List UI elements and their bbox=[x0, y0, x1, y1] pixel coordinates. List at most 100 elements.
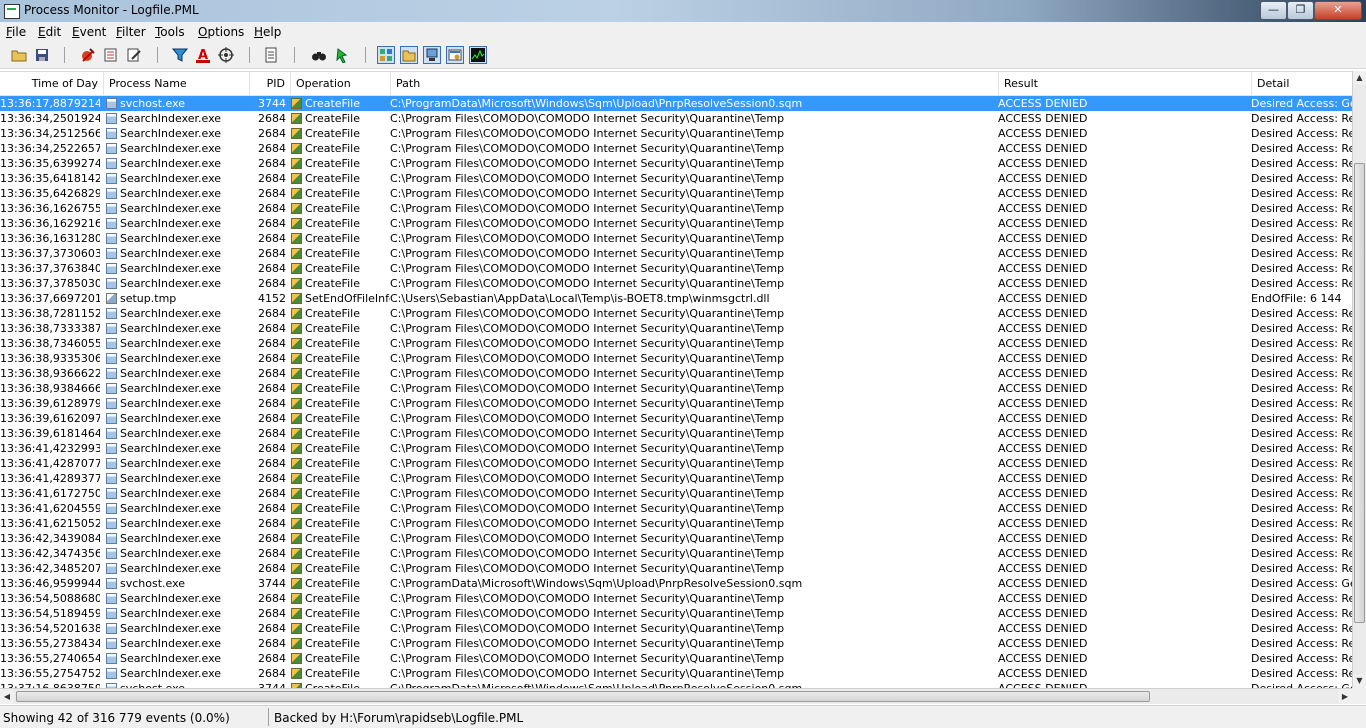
table-row[interactable]: 13:36:17,8879214 svchost.exe 3744 CreateFil… bbox=[0, 96, 1352, 111]
horizontal-scrollbar[interactable]: ◀ ▶ bbox=[0, 688, 1352, 704]
result-cell: ACCESS DENIED bbox=[998, 246, 1250, 261]
result-cell-text: ACCESS DENIED bbox=[998, 457, 1088, 470]
column-operation[interactable]: Operation bbox=[291, 72, 391, 95]
find-icon[interactable] bbox=[310, 46, 328, 64]
maximize-button[interactable]: ❐ bbox=[1287, 1, 1314, 20]
menu-file[interactable]: File bbox=[6, 25, 26, 39]
event-list[interactable]: Time of Day Process Name PID Operation P… bbox=[0, 71, 1352, 689]
capture-icon[interactable] bbox=[79, 46, 97, 64]
open-icon[interactable] bbox=[10, 46, 28, 64]
column-detail[interactable]: Detail bbox=[1252, 72, 1352, 95]
table-row[interactable]: 13:36:35,6399274 SearchIndexer.exe 2684 Cre… bbox=[0, 156, 1352, 171]
table-row[interactable]: 13:36:41,4289377 SearchIndexer.exe 2684 Cre… bbox=[0, 471, 1352, 486]
save-icon[interactable] bbox=[33, 46, 51, 64]
table-row[interactable]: 13:36:42,3474356 SearchIndexer.exe 2684 Cre… bbox=[0, 546, 1352, 561]
menu-tools[interactable]: Tools bbox=[155, 25, 185, 39]
column-result[interactable]: Result bbox=[999, 72, 1252, 95]
scroll-right-arrow-icon[interactable]: ▶ bbox=[1338, 689, 1352, 704]
menu-edit[interactable]: Edit bbox=[38, 25, 61, 39]
operation-cell-text: CreateFile bbox=[305, 232, 360, 245]
include-process-icon[interactable] bbox=[217, 46, 235, 64]
process-tree-icon[interactable] bbox=[262, 46, 280, 64]
close-button[interactable]: ✕ bbox=[1314, 1, 1362, 20]
process-name-cell-text: SearchIndexer.exe bbox=[120, 427, 222, 440]
file-activity-icon[interactable] bbox=[400, 46, 418, 64]
table-row[interactable]: 13:36:55,2738434 SearchIndexer.exe 2684 Cre… bbox=[0, 636, 1352, 651]
table-row[interactable]: 13:36:38,9366622 SearchIndexer.exe 2684 Cre… bbox=[0, 366, 1352, 381]
column-pid[interactable]: PID bbox=[250, 72, 291, 95]
scroll-up-arrow-icon[interactable]: ▲ bbox=[1353, 71, 1366, 85]
result-cell: ACCESS DENIED bbox=[998, 531, 1250, 546]
column-process-name[interactable]: Process Name bbox=[104, 72, 250, 95]
vertical-scrollbar[interactable]: ▲ ▼ bbox=[1352, 71, 1366, 688]
table-row[interactable]: 13:36:34,2522657 SearchIndexer.exe 2684 Cre… bbox=[0, 141, 1352, 156]
detail-cell-text: Desired Access: Read bbox=[1251, 337, 1352, 350]
detail-cell-text: Desired Access: Generic Read/Write bbox=[1251, 577, 1352, 590]
menu-help[interactable]: Help bbox=[254, 25, 281, 39]
table-row[interactable]: 13:36:37,6697201 setup.tmp 4152 SetEndOfFil… bbox=[0, 291, 1352, 306]
column-path[interactable]: Path bbox=[391, 72, 999, 95]
table-row[interactable]: 13:36:37,3730603 SearchIndexer.exe 2684 Cre… bbox=[0, 246, 1352, 261]
scroll-left-arrow-icon[interactable]: ◀ bbox=[0, 689, 14, 704]
pid-cell-text: 2684 bbox=[258, 442, 286, 455]
pid-cell-text: 2684 bbox=[258, 667, 286, 680]
table-row[interactable]: 13:36:38,9384666 SearchIndexer.exe 2684 Cre… bbox=[0, 381, 1352, 396]
file-system-operation-icon bbox=[291, 128, 302, 139]
table-row[interactable]: 13:36:37,3763840 SearchIndexer.exe 2684 Cre… bbox=[0, 261, 1352, 276]
time-cell-text: 13:36:36,1631280 bbox=[0, 232, 100, 245]
operation-cell-text: CreateFile bbox=[305, 622, 360, 635]
table-row[interactable]: 13:36:41,6172750 SearchIndexer.exe 2684 Cre… bbox=[0, 486, 1352, 501]
horizontal-scroll-thumb[interactable] bbox=[16, 691, 1150, 702]
result-cell: ACCESS DENIED bbox=[998, 381, 1250, 396]
table-row[interactable]: 13:36:41,6215052 SearchIndexer.exe 2684 Cre… bbox=[0, 516, 1352, 531]
table-row[interactable]: 13:36:54,5201638 SearchIndexer.exe 2684 Cre… bbox=[0, 621, 1352, 636]
process-icon bbox=[106, 353, 117, 364]
process-activity-icon[interactable] bbox=[446, 46, 464, 64]
table-row[interactable]: 13:36:55,2740654 SearchIndexer.exe 2684 Cre… bbox=[0, 651, 1352, 666]
table-row[interactable]: 13:36:38,7281152 SearchIndexer.exe 2684 Cre… bbox=[0, 306, 1352, 321]
table-row[interactable]: 13:36:39,6128979 SearchIndexer.exe 2684 Cre… bbox=[0, 396, 1352, 411]
operation-cell-text: CreateFile bbox=[305, 577, 360, 590]
network-activity-icon[interactable] bbox=[423, 46, 441, 64]
autoscroll-icon[interactable] bbox=[102, 46, 120, 64]
table-row[interactable]: 13:36:42,3485207 SearchIndexer.exe 2684 Cre… bbox=[0, 561, 1352, 576]
clear-icon[interactable] bbox=[125, 46, 143, 64]
table-row[interactable]: 13:36:36,1629216 SearchIndexer.exe 2684 Cre… bbox=[0, 216, 1352, 231]
minimize-button[interactable]: — bbox=[1260, 1, 1287, 20]
table-row[interactable]: 13:36:38,7346055 SearchIndexer.exe 2684 Cre… bbox=[0, 336, 1352, 351]
table-row[interactable]: 13:36:38,7333387 SearchIndexer.exe 2684 Cre… bbox=[0, 321, 1352, 336]
operation-cell: CreateFile bbox=[291, 501, 390, 516]
table-row[interactable]: 13:36:39,6181464 SearchIndexer.exe 2684 Cre… bbox=[0, 426, 1352, 441]
table-row[interactable]: 13:36:34,2512566 SearchIndexer.exe 2684 Cre… bbox=[0, 126, 1352, 141]
table-row[interactable]: 13:36:42,3439084 SearchIndexer.exe 2684 Cre… bbox=[0, 531, 1352, 546]
menu-options[interactable]: Options bbox=[198, 25, 244, 39]
detail-cell-text: Desired Access: Read bbox=[1251, 562, 1352, 575]
table-row[interactable]: 13:36:54,5088680 SearchIndexer.exe 2684 Cre… bbox=[0, 591, 1352, 606]
table-row[interactable]: 13:36:36,1631280 SearchIndexer.exe 2684 Cre… bbox=[0, 231, 1352, 246]
vertical-scroll-thumb[interactable] bbox=[1354, 163, 1365, 623]
title-bar[interactable]: Process Monitor - Logfile.PML — ❐ ✕ bbox=[0, 0, 1366, 22]
table-row[interactable]: 13:36:41,4287077 SearchIndexer.exe 2684 Cre… bbox=[0, 456, 1352, 471]
registry-activity-icon[interactable] bbox=[377, 46, 395, 64]
table-row[interactable]: 13:36:41,4232993 SearchIndexer.exe 2684 Cre… bbox=[0, 441, 1352, 456]
menu-event[interactable]: Event bbox=[72, 25, 106, 39]
table-row[interactable]: 13:36:34,2501924 SearchIndexer.exe 2684 Cre… bbox=[0, 111, 1352, 126]
menu-filter[interactable]: Filter bbox=[116, 25, 146, 39]
table-row[interactable]: 13:36:36,1626755 SearchIndexer.exe 2684 Cre… bbox=[0, 201, 1352, 216]
filter-icon[interactable] bbox=[171, 46, 189, 64]
table-row[interactable]: 13:36:46,9599944 svchost.exe 3744 CreateFil… bbox=[0, 576, 1352, 591]
table-row[interactable]: 13:36:55,2754752 SearchIndexer.exe 2684 Cre… bbox=[0, 666, 1352, 681]
highlight-icon[interactable]: A bbox=[194, 46, 212, 64]
profiling-activity-icon[interactable] bbox=[469, 46, 487, 64]
table-row[interactable]: 13:36:35,6426829 SearchIndexer.exe 2684 Cre… bbox=[0, 186, 1352, 201]
table-row[interactable]: 13:36:35,6418142 SearchIndexer.exe 2684 Cre… bbox=[0, 171, 1352, 186]
table-row[interactable]: 13:36:39,6162097 SearchIndexer.exe 2684 Cre… bbox=[0, 411, 1352, 426]
column-time-of-day[interactable]: Time of Day bbox=[0, 72, 104, 95]
scroll-down-arrow-icon[interactable]: ▼ bbox=[1353, 674, 1366, 688]
table-row[interactable]: 13:36:41,6204559 SearchIndexer.exe 2684 Cre… bbox=[0, 501, 1352, 516]
jump-icon[interactable] bbox=[333, 46, 351, 64]
table-row[interactable]: 13:36:38,9335306 SearchIndexer.exe 2684 Cre… bbox=[0, 351, 1352, 366]
table-row[interactable]: 13:36:54,5189459 SearchIndexer.exe 2684 Cre… bbox=[0, 606, 1352, 621]
process-name-cell: SearchIndexer.exe bbox=[106, 276, 250, 291]
table-row[interactable]: 13:36:37,3785030 SearchIndexer.exe 2684 Cre… bbox=[0, 276, 1352, 291]
